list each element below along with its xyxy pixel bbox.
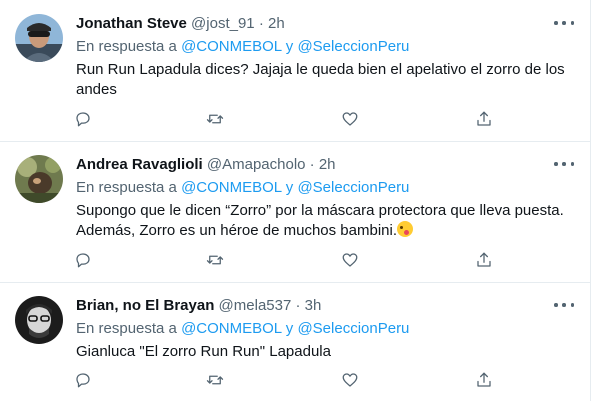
action-bar [72,108,502,130]
action-bar [72,249,502,271]
handle[interactable]: @Amapacholo [207,156,306,173]
tweet[interactable]: Brian, no El Brayan @mela537 · 3h En res… [0,282,590,401]
heart-icon[interactable] [339,369,361,391]
reply-feed: Jonathan Steve @jost_91 · 2h En respuest… [0,0,591,401]
tweet-text: Supongo que le dicen “Zorro” por la másc… [76,201,578,241]
handle[interactable]: @jost_91 [191,15,255,32]
mention-link[interactable]: @CONMEBOL [181,38,282,55]
tweet[interactable]: Andrea Ravaglioli @Amapacholo · 2h En re… [0,141,590,283]
tweet-text: Gianluca "El zorro Run Run" Lapadula [76,343,331,360]
mention-link[interactable]: @SeleccionPeru [297,179,409,196]
mention-and: y [285,179,294,196]
tweet[interactable]: Jonathan Steve @jost_91 · 2h En respuest… [0,0,590,142]
tweet-text: Run Run Lapadula dices? Jajaja le queda … [76,61,565,98]
handle[interactable]: @mela537 [219,297,292,314]
reply-context: En respuesta a @CONMEBOL y @SeleccionPer… [76,319,578,339]
share-icon[interactable] [473,249,495,271]
tweet-header: Brian, no El Brayan @mela537 · 3h [76,296,578,316]
mention-link[interactable]: @SeleccionPeru [297,320,409,337]
mention-and: y [285,38,294,55]
reply-icon[interactable] [72,369,94,391]
display-name[interactable]: Andrea Ravaglioli [76,156,203,173]
reply-prefix: En respuesta a [76,179,177,196]
reply-context: En respuesta a @CONMEBOL y @SeleccionPer… [76,37,578,57]
display-name[interactable]: Brian, no El Brayan [76,297,214,314]
more-icon[interactable] [554,157,574,171]
reply-prefix: En respuesta a [76,320,177,337]
tweet-content: Andrea Ravaglioli @Amapacholo · 2h En re… [76,155,578,241]
timestamp[interactable]: 2h [319,156,336,173]
reply-context: En respuesta a @CONMEBOL y @SeleccionPer… [76,178,578,198]
retweet-icon[interactable] [204,369,226,391]
action-bar [72,369,502,391]
mention-and: y [285,320,294,337]
heart-icon[interactable] [339,108,361,130]
timestamp[interactable]: 3h [305,297,322,314]
reply-icon[interactable] [72,108,94,130]
retweet-icon[interactable] [204,108,226,130]
more-icon[interactable] [554,16,574,30]
tweet-header: Andrea Ravaglioli @Amapacholo · 2h [76,155,578,175]
reply-prefix: En respuesta a [76,38,177,55]
tweet-content: Jonathan Steve @jost_91 · 2h En respuest… [76,14,578,100]
mention-link[interactable]: @CONMEBOL [181,179,282,196]
mention-link[interactable]: @SeleccionPeru [297,38,409,55]
tweet-content: Brian, no El Brayan @mela537 · 3h En res… [76,296,578,362]
separator: · [295,297,301,314]
display-name[interactable]: Jonathan Steve [76,15,187,32]
mention-link[interactable]: @CONMEBOL [181,320,282,337]
more-icon[interactable] [554,298,574,312]
avatar[interactable] [15,296,63,344]
retweet-icon[interactable] [204,249,226,271]
tweet-text-line: Supongo que le dicen “Zorro” por la másc… [76,202,564,219]
winking-face-with-tongue-icon [397,221,413,237]
reply-icon[interactable] [72,249,94,271]
timestamp[interactable]: 2h [268,15,285,32]
avatar[interactable] [15,155,63,203]
separator: · [258,15,264,32]
tweet-header: Jonathan Steve @jost_91 · 2h [76,14,578,34]
avatar[interactable] [15,14,63,62]
share-icon[interactable] [473,108,495,130]
tweet-text-line: Además, Zorro es un héroe de muchos bamb… [76,222,397,239]
separator: · [309,156,315,173]
heart-icon[interactable] [339,249,361,271]
share-icon[interactable] [473,369,495,391]
